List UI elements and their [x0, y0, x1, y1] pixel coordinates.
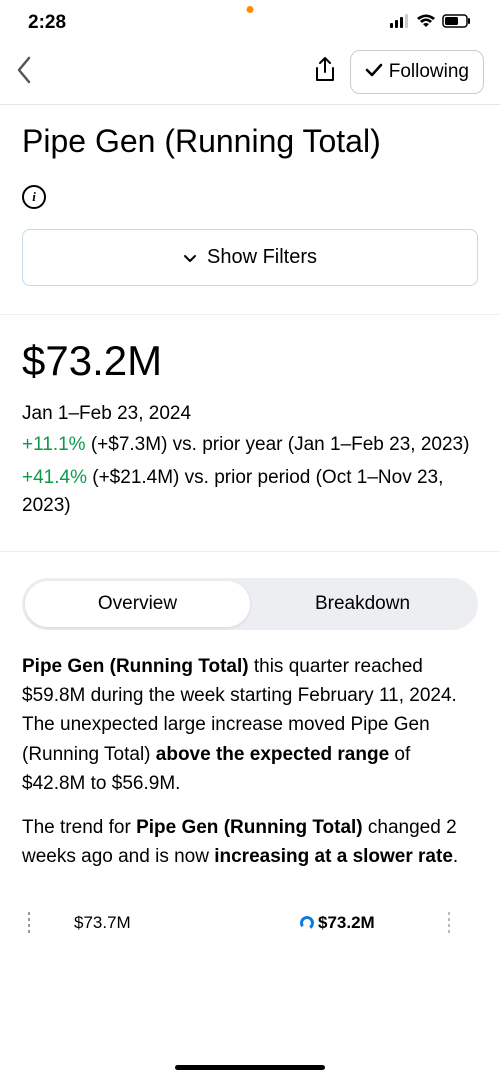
tab-overview[interactable]: Overview	[25, 581, 250, 627]
share-button[interactable]	[314, 56, 336, 89]
metric-value: $73.2M	[22, 337, 478, 385]
show-filters-button[interactable]: Show Filters	[22, 229, 478, 286]
compare-text: (+$7.3M) vs. prior year (Jan 1–Feb 23, 2…	[86, 434, 470, 455]
insights-text: Pipe Gen (Running Total) this quarter re…	[0, 652, 500, 872]
following-button[interactable]: Following	[350, 50, 484, 94]
cellular-icon	[390, 12, 410, 34]
chart-value-left: $73.7M	[74, 913, 131, 933]
back-button[interactable]	[16, 56, 32, 89]
following-label: Following	[389, 61, 469, 83]
status-time: 2:28	[28, 12, 66, 34]
metric-section: $73.2M Jan 1–Feb 23, 2024 +11.1% (+$7.3M…	[0, 314, 500, 552]
check-icon	[365, 61, 383, 83]
metric-compare-prior-period: +41.4% (+$21.4M) vs. prior period (Oct 1…	[22, 464, 478, 521]
page-title: Pipe Gen (Running Total)	[22, 121, 478, 161]
insight-paragraph: The trend for Pipe Gen (Running Total) c…	[22, 813, 478, 872]
nav-bar: Following	[0, 42, 500, 104]
chevron-down-icon	[183, 246, 197, 269]
recording-indicator-dot	[247, 6, 254, 13]
battery-icon	[442, 12, 472, 34]
chart-marker-left	[28, 912, 30, 934]
chart-marker-right	[448, 912, 450, 934]
loading-ring-icon	[299, 914, 315, 930]
chart-value-right: $73.2M	[300, 913, 375, 933]
tabs: Overview Breakdown	[22, 578, 478, 630]
info-icon[interactable]: i	[22, 185, 46, 209]
chart-preview[interactable]: $73.7M $73.2M	[0, 908, 500, 938]
filters-label: Show Filters	[207, 246, 317, 269]
compare-pct: +11.1%	[22, 434, 86, 455]
insight-paragraph: Pipe Gen (Running Total) this quarter re…	[22, 652, 478, 799]
home-indicator[interactable]	[175, 1065, 325, 1070]
wifi-icon	[416, 12, 436, 34]
metric-compare-prior-year: +11.1% (+$7.3M) vs. prior year (Jan 1–Fe…	[22, 431, 478, 460]
compare-pct: +41.4%	[22, 467, 87, 488]
tab-breakdown[interactable]: Breakdown	[250, 581, 475, 627]
metric-date-range: Jan 1–Feb 23, 2024	[22, 403, 478, 425]
